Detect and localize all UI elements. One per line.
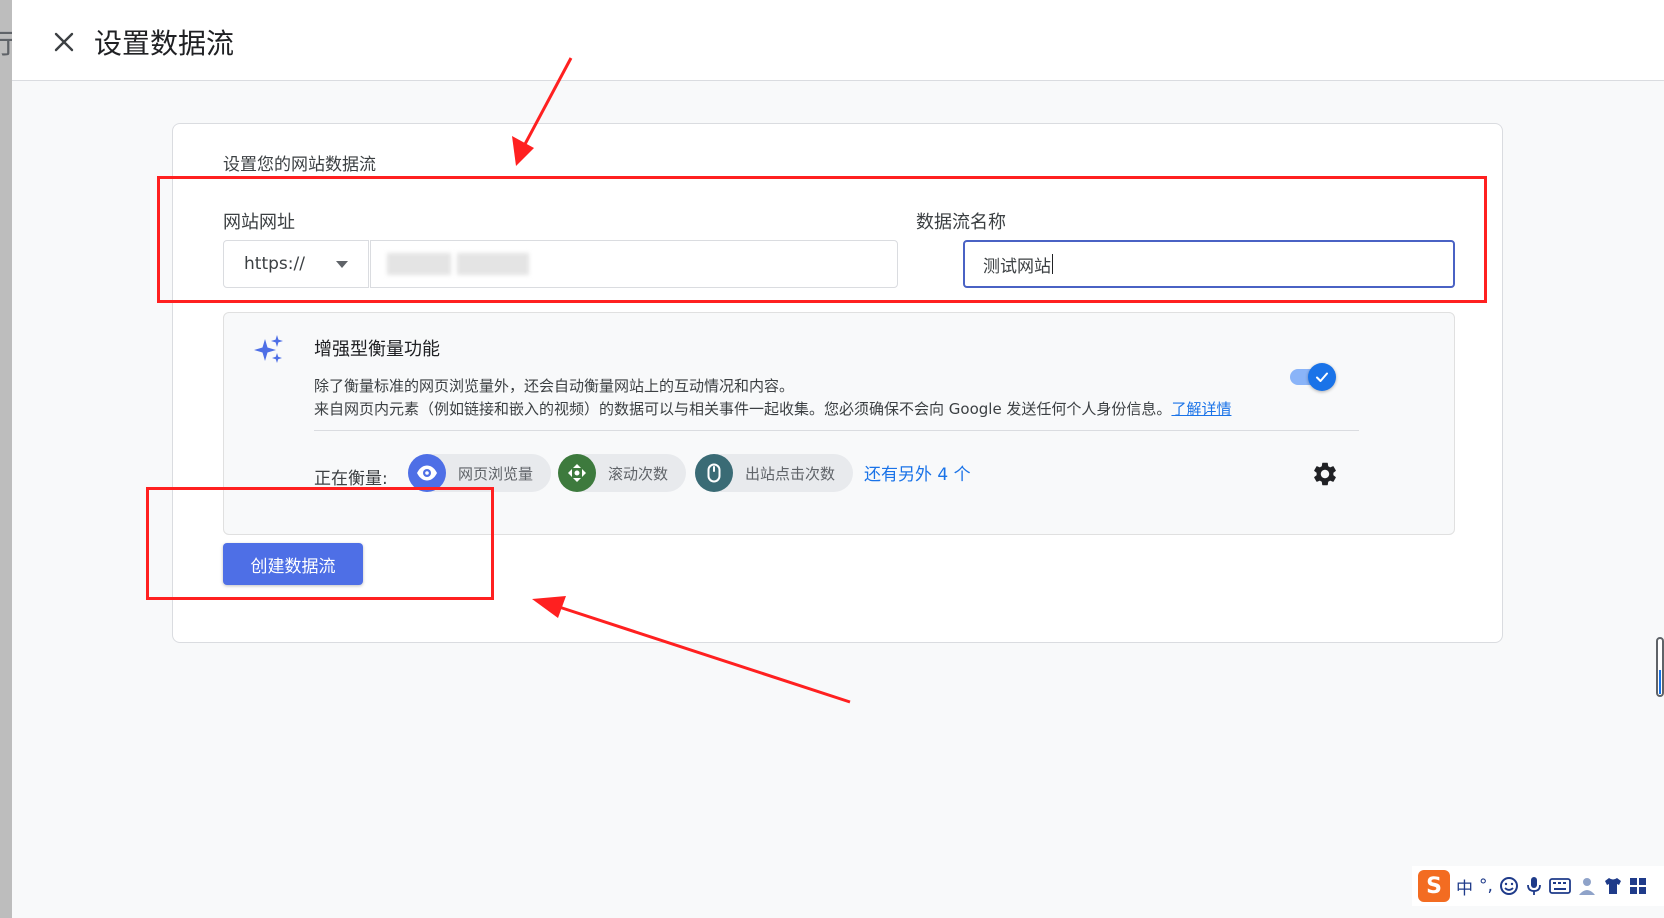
emoji-icon[interactable]: [1499, 876, 1519, 896]
user-icon[interactable]: [1577, 876, 1597, 896]
ime-punctuation[interactable]: °,: [1479, 876, 1493, 896]
skin-shirt-icon[interactable]: [1603, 876, 1623, 896]
annotation-arrows: [512, 57, 851, 704]
ime-toolbar: S 中 °,: [1412, 866, 1664, 906]
microphone-icon[interactable]: [1525, 876, 1543, 896]
grid-menu-icon[interactable]: [1629, 877, 1647, 895]
annotation-arrow-top: [512, 57, 573, 166]
annotation-arrow-bottom: [532, 596, 851, 704]
ime-mode[interactable]: 中: [1456, 874, 1473, 899]
ime-logo[interactable]: S: [1418, 870, 1450, 902]
keyboard-icon[interactable]: [1549, 877, 1571, 895]
